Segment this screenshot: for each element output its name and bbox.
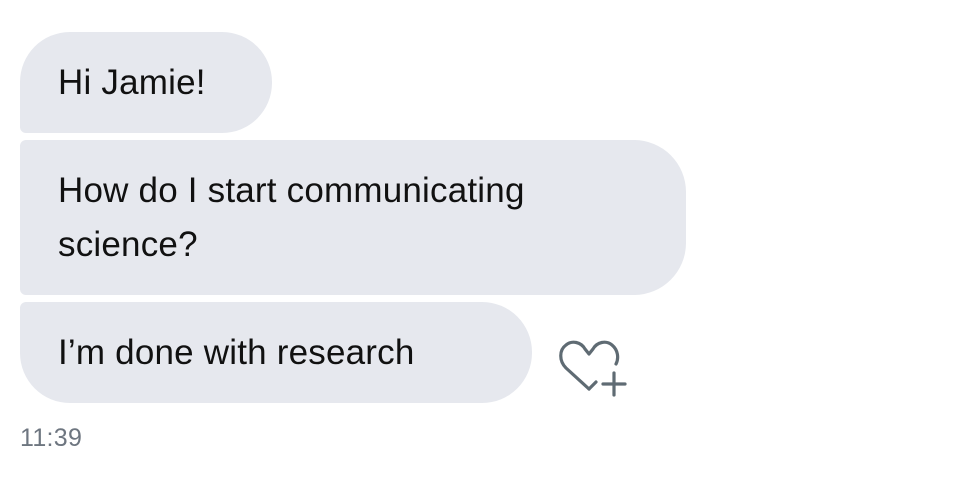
message-timestamp: 11:39 <box>20 424 83 452</box>
message-bubble[interactable]: Hi Jamie! <box>20 32 272 133</box>
like-message-button[interactable] <box>556 338 630 400</box>
message-bubble[interactable]: I’m done with research <box>20 302 532 403</box>
message-bubble[interactable]: How do I start communicating science? <box>20 140 686 295</box>
heart-plus-icon <box>559 340 627 397</box>
